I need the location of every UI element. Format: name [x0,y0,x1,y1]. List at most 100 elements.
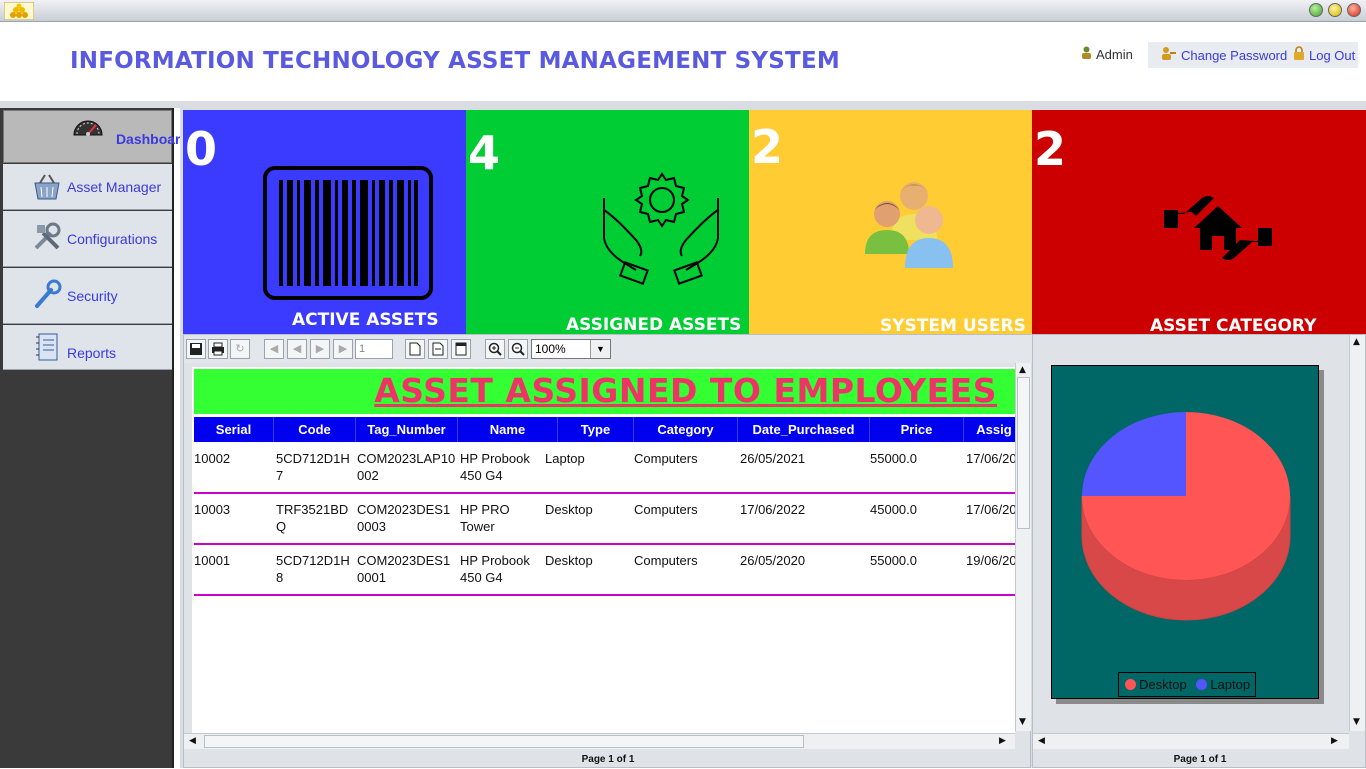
close-window-button[interactable] [1347,3,1361,17]
tile-assigned-assets[interactable]: 4 ASSIGNED ASSETS [466,110,749,335]
cell-tag: COM2023DES1 0003 [357,502,451,534]
app-header: INFORMATION TECHNOLOGY ASSET MANAGEMENT … [0,22,1366,102]
cell-name: HP Probook 450 G4 [460,451,530,483]
maximize-button[interactable] [1309,3,1323,17]
legend-label: Laptop [1210,677,1251,692]
table-header: Serial Code Tag_Number Name Type Categor… [194,417,1015,442]
last-page-button[interactable]: ▶ [333,339,353,359]
report-title: ASSET ASSIGNED TO EMPLOYEES [374,371,997,410]
scroll-thumb[interactable] [204,735,804,748]
zoom-out-button[interactable] [508,339,528,359]
sidebar-item-label: Configurations [67,231,158,247]
basket-icon [34,174,60,200]
report-title-band: ASSET ASSIGNED TO EMPLOYEES [194,369,1015,414]
previous-page-button[interactable]: ◀ [287,339,307,359]
scroll-down-icon[interactable]: ▼ [1019,717,1026,727]
cell-serial: 10002 [194,451,231,466]
scroll-down-icon[interactable]: ▼ [1353,717,1360,727]
hands-gear-icon [603,172,719,285]
fit-page-button[interactable] [428,339,448,359]
pie-chart [1081,412,1291,621]
main-content: 0 ACTIVE ASSETS 4 ASSIGNED ASSETS 2 SYST… [180,108,1366,768]
printer-icon [212,342,224,356]
scroll-right-icon[interactable]: ▶ [1331,736,1338,746]
sidebar-item-asset-manager[interactable]: Asset Manager [3,164,172,210]
chart-viewer: Desktop Laptop ▲ ▼ ◀ ▶ Page 1 of 1 [1032,334,1366,768]
tile-asset-category[interactable]: 2 ASSET CATEGORY [1032,110,1366,336]
change-password-link[interactable]: Change Password [1161,46,1287,63]
zoom-in-button[interactable] [485,339,505,359]
cell-code: TRF3521BD Q [276,502,349,534]
scroll-right-icon[interactable]: ▶ [999,736,1006,746]
cell-code: 5CD712D1H 8 [276,553,350,585]
sidebar: Dashboard Asset Manager Configurations S… [0,108,189,768]
cell-category: Computers [634,451,698,466]
tile-value: 4 [468,126,501,180]
column-header: Category [634,417,738,442]
chart-horizontal-scrollbar[interactable]: ◀ ▶ [1033,733,1349,749]
cell-date: 26/05/2021 [740,451,806,466]
save-button[interactable] [186,339,206,359]
sidebar-item-security[interactable]: Security [3,268,172,324]
zoom-select[interactable]: 100% ▼ [531,339,611,359]
chart-vertical-scrollbar[interactable]: ▲ ▼ [1349,335,1365,731]
tile-label: ACTIVE ASSETS [292,310,439,330]
report-toolbar: ↻ ◀ ◀ ▶ ▶ 1 100% ▼ [184,335,1032,363]
chart-page-status: Page 1 of 1 [1173,754,1227,765]
actual-size-button[interactable] [405,339,425,359]
cell-price: 55000.0 [870,553,917,568]
cell-assigned: 17/06/20 [966,451,1015,466]
sidebar-item-dashboard[interactable]: Dashboard [3,110,189,163]
minimize-button[interactable] [1328,3,1342,17]
table-row: 10002 5CD712D1H 7 COM2023LAP10 002 HP Prob… [194,443,1015,494]
notebook-icon [36,333,58,361]
scroll-up-icon[interactable]: ▲ [1353,337,1360,347]
report-page: ASSET ASSIGNED TO EMPLOYEES Serial Code … [192,367,1015,741]
tile-active-assets[interactable]: 0 ACTIVE ASSETS [183,110,466,334]
column-header: Assig [976,422,1012,437]
next-page-button[interactable]: ▶ [310,339,330,359]
chart-legend: Desktop Laptop [1118,672,1256,697]
report-horizontal-scrollbar[interactable]: ◀ ▶ [184,733,1015,749]
tile-system-users[interactable]: 2 SYSTEM USERS [749,110,1032,336]
legend-label: Desktop [1139,677,1187,692]
report-page-status: Page 1 of 1 [581,754,635,765]
cell-type: Laptop [545,451,585,466]
cell-category: Computers [634,502,698,517]
cell-tag: COM2023LAP10 002 [357,451,456,483]
key-user-icon [1161,46,1177,63]
cell-type: Desktop [545,553,593,568]
page-icon [409,342,421,356]
cell-serial: 10001 [194,553,231,568]
column-header: Serial [194,417,274,442]
cell-price: 45000.0 [870,502,917,517]
sidebar-item-label: Reports [67,345,117,361]
scroll-left-icon[interactable]: ◀ [1038,736,1045,746]
tile-value: 2 [1034,122,1067,176]
sidebar-item-configurations[interactable]: Configurations [3,211,172,267]
tile-value: 2 [751,120,784,174]
wrench-icon [35,279,62,308]
scroll-left-icon[interactable]: ◀ [189,736,196,746]
sidebar-item-reports[interactable]: Reports [3,325,172,370]
fit-width-button[interactable] [451,339,471,359]
table-row: 10003 TRF3521BD Q COM2023DES1 0003 HP PRO T… [194,494,1015,545]
sidebar-item-label: Asset Manager [67,179,162,195]
column-header: Code [274,417,356,442]
page-number-input[interactable]: 1 [355,339,393,359]
cell-date: 26/05/2020 [740,553,806,568]
cell-price: 55000.0 [870,451,917,466]
scroll-up-icon[interactable]: ▲ [1019,365,1026,375]
print-button[interactable] [208,339,228,359]
column-header: Date_Purchased [738,417,870,442]
reload-button[interactable]: ↻ [230,339,250,359]
logout-link[interactable]: Log Out [1293,46,1355,63]
column-header: Tag_Number [356,417,458,442]
scroll-thumb[interactable] [1017,377,1030,529]
change-password-label: Change Password [1181,48,1288,63]
tile-label: SYSTEM USERS [880,316,1026,336]
report-vertical-scrollbar[interactable]: ▲ ▼ [1015,363,1031,731]
tools-icon [34,222,61,250]
first-page-button[interactable]: ◀ [264,339,284,359]
pie-slice-laptop [1082,412,1186,496]
